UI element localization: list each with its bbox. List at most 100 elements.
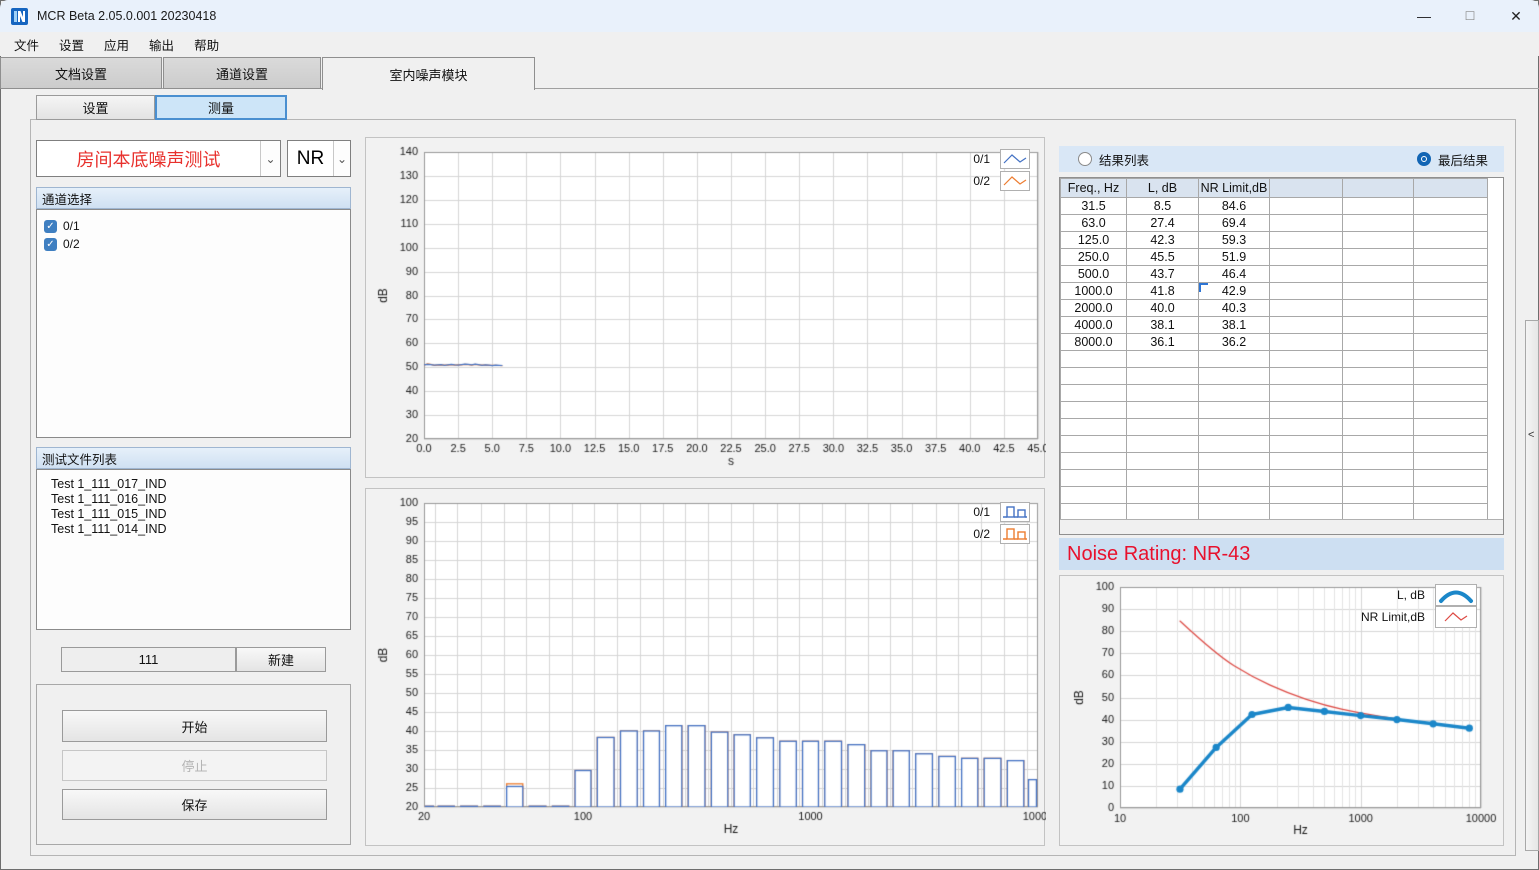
rating-select[interactable]: NR ⌄ xyxy=(287,140,351,177)
table-cell: 41.8 xyxy=(1127,283,1199,300)
table-row xyxy=(1061,470,1488,487)
table-cell xyxy=(1414,385,1488,402)
table-cell xyxy=(1414,419,1488,436)
table-cell xyxy=(1199,453,1270,470)
menu-item-2[interactable]: 应用 xyxy=(94,32,139,57)
legend-label: 0/2 xyxy=(946,174,990,188)
list-item[interactable]: Test 1_111_017_IND xyxy=(37,477,350,492)
radio-result-list[interactable] xyxy=(1078,152,1092,166)
table-row xyxy=(1061,368,1488,385)
table-cell xyxy=(1061,504,1127,521)
table-cell xyxy=(1061,419,1127,436)
table-row xyxy=(1061,436,1488,453)
spectrum-chart-legend: 0/10/2 xyxy=(946,501,1030,545)
table-cell xyxy=(1414,368,1488,385)
menu-item-0[interactable]: 文件 xyxy=(4,32,49,57)
channel-item-0/1[interactable]: ✓0/1 xyxy=(37,217,350,235)
test-file-list: Test 1_111_017_INDTest 1_111_016_INDTest… xyxy=(36,469,351,630)
table-cell xyxy=(1270,215,1343,232)
table-cell: 38.1 xyxy=(1199,317,1270,334)
table-cell xyxy=(1127,419,1199,436)
results-table-footer xyxy=(1060,519,1503,534)
table-row xyxy=(1061,504,1488,521)
tab-measurement[interactable]: 测量 xyxy=(155,95,287,120)
table-row xyxy=(1061,487,1488,504)
list-item[interactable]: Test 1_111_015_IND xyxy=(37,507,350,522)
table-cell xyxy=(1343,385,1414,402)
test-type-select[interactable]: 房间本底噪声测试 ⌄ xyxy=(36,140,281,177)
collapse-panel-handle[interactable]: < xyxy=(1525,320,1539,851)
checkbox-icon[interactable]: ✓ xyxy=(44,220,57,233)
legend-entry-0-1: 0/1 xyxy=(946,501,1030,523)
table-cell xyxy=(1127,470,1199,487)
table-cell xyxy=(1414,453,1488,470)
table-row xyxy=(1061,402,1488,419)
legend-label: L, dB xyxy=(1341,588,1425,602)
main-tab-0[interactable]: 文档设置 xyxy=(0,57,162,89)
legend-key-icon[interactable] xyxy=(1000,171,1030,191)
legend-key-icon[interactable] xyxy=(1000,524,1030,544)
table-row: 8000.036.136.2 xyxy=(1061,334,1488,351)
table-row: 4000.038.138.1 xyxy=(1061,317,1488,334)
table-cell xyxy=(1199,419,1270,436)
table-cell: 500.0 xyxy=(1061,266,1127,283)
table-cell: 40.3 xyxy=(1199,300,1270,317)
table-cell xyxy=(1199,487,1270,504)
spectrum-chart xyxy=(366,489,1046,847)
save-button[interactable]: 保存 xyxy=(62,789,327,820)
table-cell xyxy=(1270,487,1343,504)
legend-key-icon[interactable] xyxy=(1000,502,1030,522)
table-header-L, dB: L, dB xyxy=(1127,179,1199,198)
legend-key-icon[interactable] xyxy=(1435,606,1477,628)
tab-settings[interactable]: 设置 xyxy=(36,95,155,120)
main-tab-1[interactable]: 通道设置 xyxy=(163,57,321,89)
legend-label: NR Limit,dB xyxy=(1341,610,1425,624)
minimize-icon[interactable]: — xyxy=(1401,0,1447,32)
menu-item-4[interactable]: 帮助 xyxy=(184,32,229,57)
menu-item-3[interactable]: 输出 xyxy=(139,32,184,57)
table-cell xyxy=(1270,300,1343,317)
list-item[interactable]: Test 1_111_016_IND xyxy=(37,492,350,507)
file-name-input[interactable]: 111 xyxy=(61,647,236,672)
table-row xyxy=(1061,351,1488,368)
chevron-down-icon[interactable]: ⌄ xyxy=(333,141,350,176)
table-row: 125.042.359.3 xyxy=(1061,232,1488,249)
channel-item-0/2[interactable]: ✓0/2 xyxy=(37,235,350,253)
legend-entry-0-2: 0/2 xyxy=(946,170,1030,192)
table-cell xyxy=(1414,334,1488,351)
table-cell xyxy=(1199,385,1270,402)
table-cell xyxy=(1199,504,1270,521)
noise-rating-value: Noise Rating: NR-43 xyxy=(1067,543,1250,566)
table-cell xyxy=(1270,249,1343,266)
legend-key-icon[interactable] xyxy=(1000,149,1030,169)
checkbox-icon[interactable]: ✓ xyxy=(44,238,57,251)
nr-chart-legend: L, dB NR Limit,dB xyxy=(1341,584,1477,628)
new-button[interactable]: 新建 xyxy=(236,647,326,672)
main-tab-2[interactable]: 室内噪声模块 xyxy=(322,57,535,90)
table-row: 250.045.551.9 xyxy=(1061,249,1488,266)
table-cell: 51.9 xyxy=(1199,249,1270,266)
legend-key-icon[interactable] xyxy=(1435,584,1477,606)
table-cell xyxy=(1343,402,1414,419)
table-row: 31.58.584.6 xyxy=(1061,198,1488,215)
radio-last-result[interactable] xyxy=(1417,152,1431,166)
start-button[interactable]: 开始 xyxy=(62,710,327,742)
table-cell xyxy=(1414,351,1488,368)
app-icon xyxy=(11,8,28,25)
table-cell xyxy=(1127,385,1199,402)
table-cell: 45.5 xyxy=(1127,249,1199,266)
titlebar: MCR Beta 2.05.0.001 20230418 — ☐ ✕ xyxy=(0,0,1539,32)
chevron-down-icon[interactable]: ⌄ xyxy=(260,141,280,176)
menu-item-1[interactable]: 设置 xyxy=(49,32,94,57)
list-item[interactable]: Test 1_111_014_IND xyxy=(37,522,350,537)
table-cell: 36.2 xyxy=(1199,334,1270,351)
close-icon[interactable]: ✕ xyxy=(1493,0,1539,32)
table-cell xyxy=(1061,436,1127,453)
table-cell xyxy=(1414,215,1488,232)
table-cell xyxy=(1061,402,1127,419)
table-cell xyxy=(1414,300,1488,317)
maximize-icon[interactable]: ☐ xyxy=(1447,0,1493,32)
table-cell xyxy=(1343,351,1414,368)
table-cell xyxy=(1199,470,1270,487)
table-cell xyxy=(1270,436,1343,453)
